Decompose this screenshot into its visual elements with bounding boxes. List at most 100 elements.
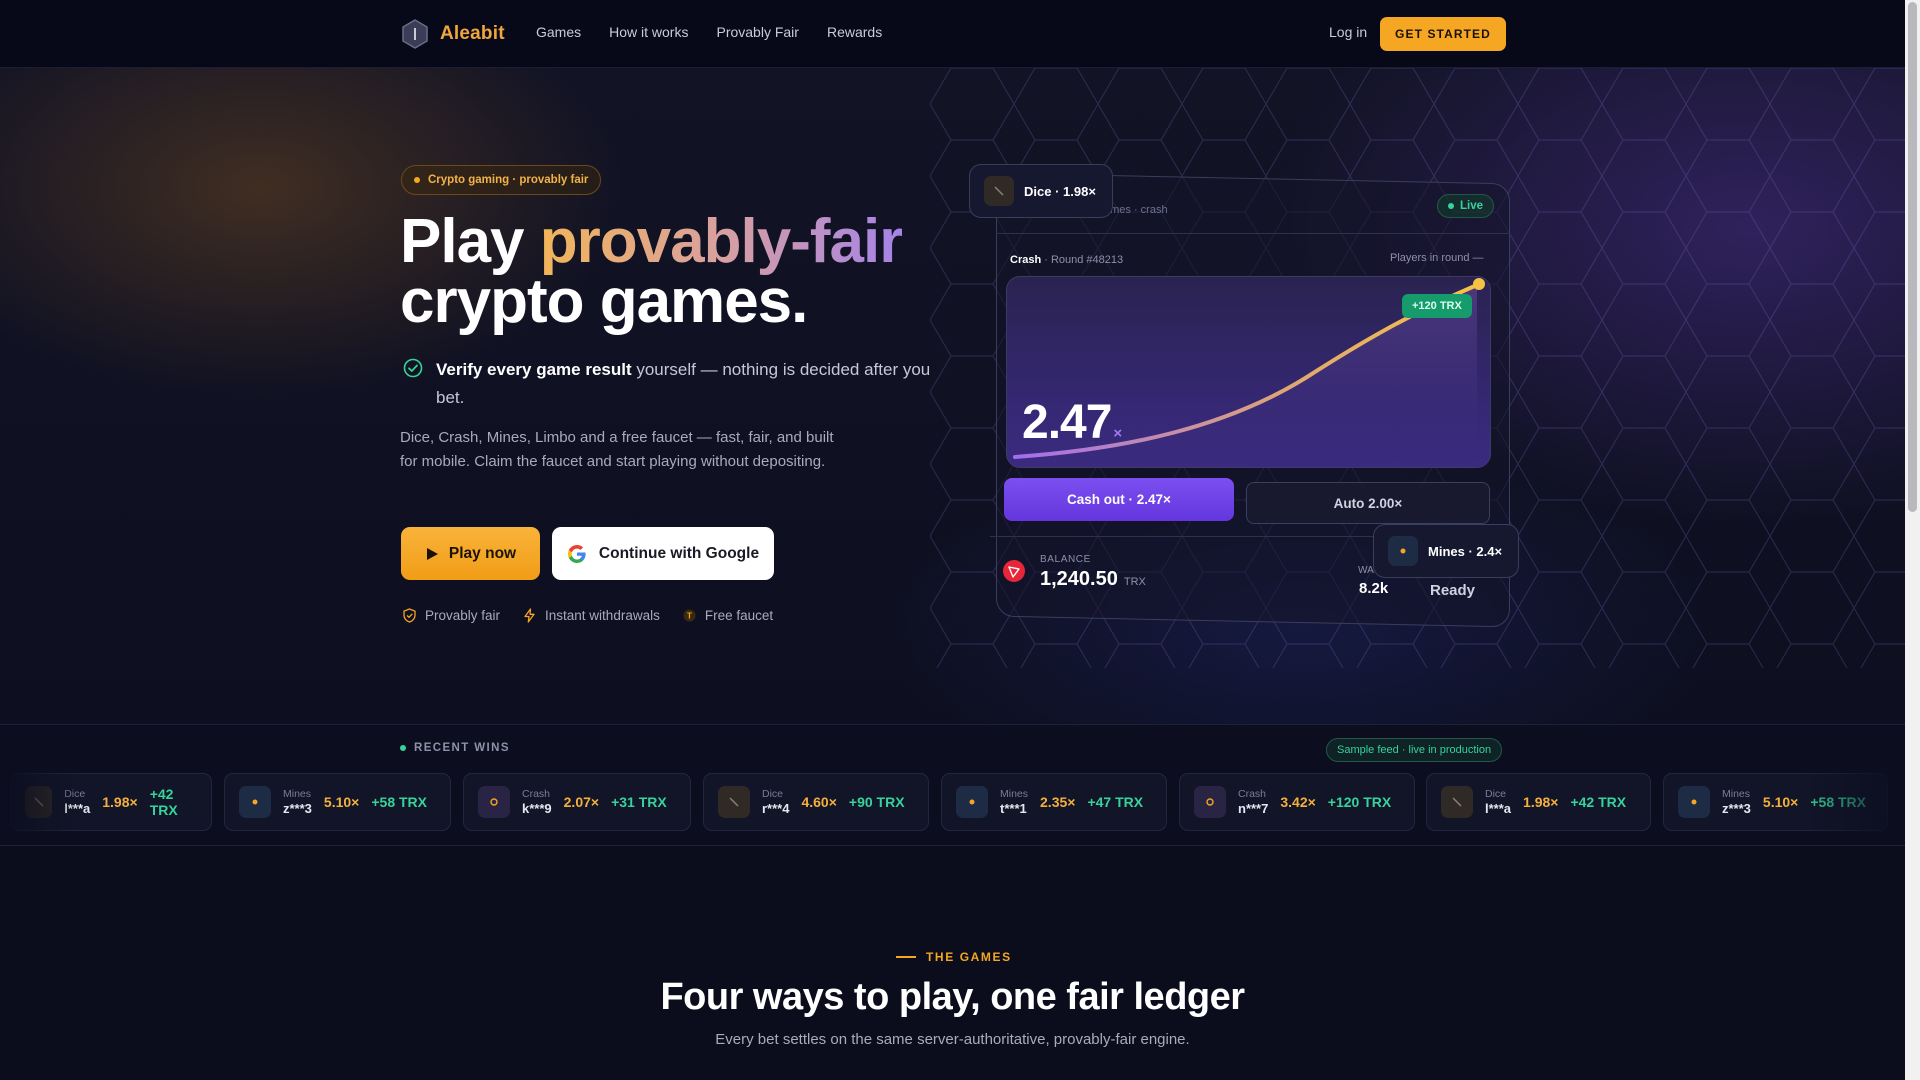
games-section-subtitle: Every bet settles on the same server-aut…: [715, 1031, 1190, 1048]
round-number: · Round #48213: [1041, 254, 1124, 266]
login-link[interactable]: Log in: [1329, 24, 1367, 40]
shield-icon: [403, 608, 416, 623]
win-multiplier: 5.10×: [323, 794, 360, 810]
top-navbar: Aleabit Games How it works Provably Fair…: [0, 0, 1905, 68]
dice-icon: [984, 176, 1014, 206]
hero-badge: Crypto gaming · provably fair: [401, 165, 602, 195]
win-user-block: Crash n***7: [1238, 788, 1268, 817]
balance-value-row: 1,240.50 TRX: [1040, 568, 1146, 591]
svg-text:T: T: [687, 612, 692, 621]
feature-label: Free faucet: [704, 608, 774, 623]
verify-bold: Verify every game result: [436, 360, 632, 379]
recent-win-card: Mines t***1 2.35× +47 TRX: [941, 773, 1167, 831]
win-multiplier: 3.42×: [1280, 794, 1316, 810]
win-user: l***a: [1485, 800, 1512, 816]
balance-label: BALANCE: [1040, 554, 1091, 565]
recent-wins-title: RECENT WINS: [414, 742, 510, 754]
mines-icon: [956, 786, 988, 818]
scrollbar-thumb[interactable]: [1908, 2, 1917, 512]
nav-link-how-it-works[interactable]: How it works: [609, 24, 688, 40]
feature-list: Provably fair Instant withdrawals T Free…: [402, 608, 773, 623]
page-scrollbar[interactable]: [1905, 0, 1920, 1080]
mines-icon: [1388, 536, 1418, 566]
get-started-button[interactable]: GET STARTED: [1380, 17, 1506, 51]
games-kicker: THE GAMES: [896, 950, 1012, 964]
win-game: Crash: [522, 787, 551, 800]
feature-provably-fair: Provably fair: [402, 608, 500, 623]
live-dot-icon: [1448, 203, 1454, 209]
recent-win-card: Dice r***4 4.60× +90 TRX: [703, 773, 929, 831]
floating-dice-chip: Dice · 1.98×: [969, 164, 1113, 218]
tron-trx-icon: [1003, 560, 1025, 582]
crash-curve-head: [1473, 278, 1485, 290]
floating-mines-chip: Mines · 2.4×: [1373, 524, 1520, 578]
round-game: Crash: [1010, 254, 1042, 266]
recent-win-card: Dicel***a 1.98× +42 TRX: [1426, 773, 1651, 831]
nav-link-rewards[interactable]: Rewards: [827, 24, 882, 40]
win-user: z***3: [283, 800, 312, 816]
nav-link-provably-fair[interactable]: Provably Fair: [716, 24, 798, 40]
win-game: Mines: [283, 787, 312, 800]
brand-logo[interactable]: Aleabit: [402, 19, 505, 49]
win-amount: +31 TRX: [611, 794, 667, 810]
win-user-block: Mines t***1: [1000, 788, 1028, 817]
dice-icon: [1441, 786, 1473, 818]
win-multiplier: 2.35×: [1040, 794, 1076, 810]
live-badge: Live: [1437, 194, 1495, 218]
win-user-block: Crash k***9: [522, 788, 552, 817]
games-kicker-text: THE GAMES: [926, 950, 1012, 964]
wager-value: 8.2k: [1359, 580, 1389, 597]
logo-hexagon-icon: [402, 19, 428, 49]
feature-label: Instant withdrawals: [545, 608, 660, 623]
coin-icon: T: [683, 609, 696, 622]
badge-dot-icon: [414, 177, 420, 183]
continue-with-google-button[interactable]: Continue with Google: [552, 527, 774, 580]
recent-win-card: Crash n***7 3.42× +120 TRX: [1179, 773, 1415, 831]
balance-unit: TRX: [1123, 576, 1146, 588]
preview-header-text: ames · crash: [1104, 204, 1168, 216]
hero-title-part-2: crypto games.: [400, 267, 808, 336]
brand-name: Aleabit: [440, 23, 505, 44]
live-label: Live: [1460, 200, 1484, 212]
kicker-line: [896, 956, 916, 958]
win-multiplier: 4.60×: [801, 794, 837, 810]
wager-label: WA: [1358, 565, 1374, 576]
auto-cashout-button[interactable]: Auto 2.00×: [1246, 482, 1490, 524]
multiplier-value: 2.47: [1022, 396, 1112, 449]
wins-fade-left: [0, 773, 80, 831]
games-section-title: Four ways to play, one fair ledger: [660, 976, 1245, 1018]
win-user: z***3: [1722, 800, 1751, 816]
cash-out-button[interactable]: Cash out · 2.47×: [1004, 478, 1234, 521]
lightning-icon: [524, 608, 535, 623]
win-amount: +58 TRX: [371, 794, 427, 810]
win-game: Mines: [1000, 787, 1029, 800]
mines-icon: [1678, 786, 1710, 818]
feature-instant-withdrawals: Instant withdrawals: [522, 608, 660, 623]
recent-win-card: Crash k***9 2.07× +31 TRX: [463, 773, 691, 831]
win-amount-pill: +120 TRX: [1402, 294, 1472, 318]
recent-wins-dot-icon: [400, 745, 406, 751]
win-amount: +90 TRX: [848, 794, 905, 810]
floating-dice-label: Dice · 1.98×: [1024, 183, 1096, 199]
win-multiplier: 1.98×: [1523, 794, 1559, 810]
win-user-block: Dicel***a: [1485, 788, 1511, 817]
win-user: n***7: [1238, 800, 1269, 816]
sample-feed-badge: Sample feed · live in production: [1326, 738, 1503, 762]
hero-description: Dice, Crash, Mines, Limbo and a free fau…: [400, 429, 834, 470]
play-now-button[interactable]: Play now: [401, 527, 540, 580]
players-in-round: Players in round —: [1390, 252, 1484, 264]
floating-mines-label: Mines · 2.4×: [1428, 543, 1503, 559]
win-multiplier: 1.98×: [102, 794, 138, 810]
win-user-block: Mines z***3: [1722, 788, 1751, 817]
wins-fade-right: [1800, 773, 1905, 831]
google-icon: [567, 544, 586, 563]
verify-text: Verify every game result yourself — noth…: [436, 356, 943, 412]
verify-statement: Verify every game result yourself — noth…: [403, 356, 943, 412]
crash-multiplier: 2.47 ×: [1022, 395, 1122, 450]
ready-status: Ready: [1430, 582, 1476, 599]
win-user-block: Dice r***4: [762, 788, 789, 817]
play-icon: [426, 547, 438, 560]
dice-icon: [718, 786, 750, 818]
win-multiplier: 5.10×: [1762, 794, 1799, 810]
nav-link-games[interactable]: Games: [536, 24, 581, 40]
